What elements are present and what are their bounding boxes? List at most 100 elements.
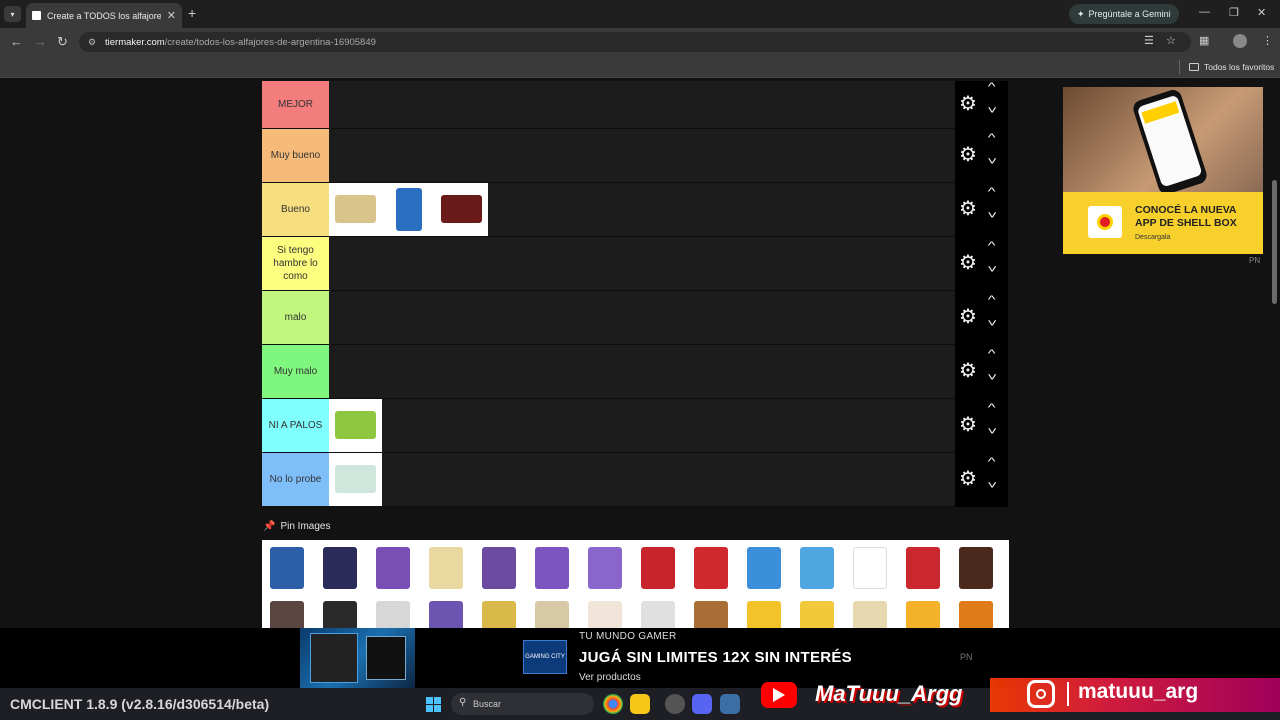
pool-alfajor-item[interactable] [421,596,471,628]
move-tier-down-icon[interactable]: ˅ [987,372,997,384]
new-tab-button[interactable]: + [188,5,196,21]
move-tier-down-icon[interactable]: ˅ [987,105,997,117]
pool-alfajor-item[interactable] [262,542,312,594]
tab-search-button[interactable]: ▾ [4,6,21,22]
move-tier-up-icon[interactable]: ^ [988,240,996,252]
file-explorer-icon[interactable] [630,694,650,714]
site-info-icon[interactable]: ⚙ [88,37,96,48]
extensions-icon[interactable]: ▦ [1199,34,1209,47]
menu-kebab-icon[interactable]: ⋮ [1262,34,1273,47]
pool-alfajor-item[interactable] [315,596,365,628]
pool-alfajor-item[interactable] [739,542,789,594]
profile-avatar[interactable] [1233,34,1247,48]
pool-alfajor-item[interactable] [686,542,736,594]
tier-label[interactable]: Si tengo hambre lo como [262,237,329,291]
move-tier-up-icon[interactable]: ^ [988,402,996,414]
move-tier-down-icon[interactable]: ˅ [987,264,997,276]
tier-row-dropzone[interactable] [329,453,955,507]
obs-icon[interactable] [665,694,685,714]
pool-alfajor-item[interactable] [686,596,736,628]
pool-alfajor-item[interactable] [262,596,312,628]
pool-alfajor-item[interactable] [951,542,1001,594]
pool-alfajor-item[interactable] [898,542,948,594]
close-window-icon[interactable]: ✕ [1257,6,1266,19]
alfajor-green-item[interactable] [329,399,382,452]
pool-alfajor-item[interactable] [315,542,365,594]
pin-images-toggle[interactable]: 📌 Pin Images [263,521,330,532]
tier-label[interactable]: NI A PALOS [262,399,329,453]
move-tier-up-icon[interactable]: ^ [988,294,996,306]
pool-alfajor-item[interactable] [845,596,895,628]
tier-row-dropzone[interactable] [329,237,955,291]
back-icon[interactable]: ← [10,34,23,49]
pool-alfajor-item[interactable] [368,542,418,594]
ask-gemini-button[interactable]: ✦ Pregúntale a Gemini [1069,4,1179,24]
move-tier-down-icon[interactable]: ˅ [987,480,997,492]
all-bookmarks-folder[interactable]: Todos los favoritos [1189,62,1274,72]
pool-alfajor-item[interactable] [1004,596,1009,628]
translate-icon[interactable]: ☰ [1144,34,1154,47]
tier-row-dropzone[interactable] [329,129,955,183]
tier-label[interactable]: MEJOR [262,81,329,129]
move-tier-down-icon[interactable]: ˅ [987,156,997,168]
pool-alfajor-item[interactable] [792,596,842,628]
tier-label[interactable]: No lo probe [262,453,329,507]
reload-icon[interactable]: ↻ [57,34,68,50]
tier-settings-gear-icon[interactable]: ⚙ [959,91,977,116]
forward-icon[interactable]: → [34,34,47,49]
settings-icon[interactable] [720,694,740,714]
tier-label[interactable]: malo [262,291,329,345]
bookmark-star-icon[interactable]: ☆ [1166,34,1176,47]
pool-alfajor-item[interactable] [421,542,471,594]
pool-alfajor-item[interactable] [845,542,895,594]
tier-row-dropzone[interactable] [329,399,955,453]
tier-settings-gear-icon[interactable]: ⚙ [959,466,977,491]
move-tier-up-icon[interactable]: ^ [988,81,996,93]
move-tier-up-icon[interactable]: ^ [988,132,996,144]
tier-settings-gear-icon[interactable]: ⚙ [959,358,977,383]
tier-settings-gear-icon[interactable]: ⚙ [959,142,977,167]
pool-alfajor-item[interactable] [951,596,1001,628]
tier-label[interactable]: Muy malo [262,345,329,399]
active-tab[interactable]: Create a TODOS los alfajores d… ✕ [26,3,182,28]
address-bar[interactable]: tiermaker.com/create/todos-los-alfajores… [79,32,1191,52]
close-tab-icon[interactable]: ✕ [167,9,176,22]
tier-settings-gear-icon[interactable]: ⚙ [959,250,977,275]
pool-alfajor-item[interactable] [633,542,683,594]
pool-alfajor-item[interactable] [580,596,630,628]
pool-alfajor-item[interactable] [527,596,577,628]
move-tier-up-icon[interactable]: ^ [988,456,996,468]
tier-settings-gear-icon[interactable]: ⚙ [959,196,977,221]
pool-alfajor-item[interactable] [739,596,789,628]
alfajor-guaymallen-item[interactable] [329,183,382,236]
tier-row-dropzone[interactable] [329,345,955,399]
windows-start-icon[interactable] [426,697,441,712]
alfajor-white-item[interactable] [329,453,382,506]
move-tier-down-icon[interactable]: ˅ [987,426,997,438]
move-tier-down-icon[interactable]: ˅ [987,318,997,330]
pool-alfajor-item[interactable] [474,596,524,628]
pool-alfajor-item[interactable] [580,542,630,594]
move-tier-up-icon[interactable]: ^ [988,348,996,360]
pool-alfajor-item[interactable] [792,542,842,594]
chrome-icon[interactable] [603,694,623,714]
move-tier-down-icon[interactable]: ˅ [987,210,997,222]
tier-row-dropzone[interactable] [329,183,955,237]
page-scrollbar[interactable] [1272,180,1277,304]
discord-icon[interactable] [692,694,712,714]
tier-label[interactable]: Muy bueno [262,129,329,183]
tier-settings-gear-icon[interactable]: ⚙ [959,304,977,329]
move-tier-up-icon[interactable]: ^ [988,186,996,198]
shell-box-ad[interactable]: CONOCÉ LA NUEVA APP DE SHELL BOX Descarg… [1063,87,1263,254]
alfajor-chocolate-item[interactable] [435,183,488,236]
minimize-icon[interactable]: — [1199,6,1210,18]
pool-alfajor-item[interactable] [633,596,683,628]
restore-icon[interactable]: ❐ [1229,6,1239,19]
taskbar-search[interactable]: Buscar [451,693,594,715]
alfajor-triple-item[interactable] [382,183,435,236]
tier-label[interactable]: Bueno [262,183,329,237]
tier-row-dropzone[interactable] [329,81,955,129]
pool-alfajor-item[interactable] [368,596,418,628]
banner-sub-line[interactable]: Ver productos [579,672,641,683]
pool-alfajor-item[interactable] [898,596,948,628]
